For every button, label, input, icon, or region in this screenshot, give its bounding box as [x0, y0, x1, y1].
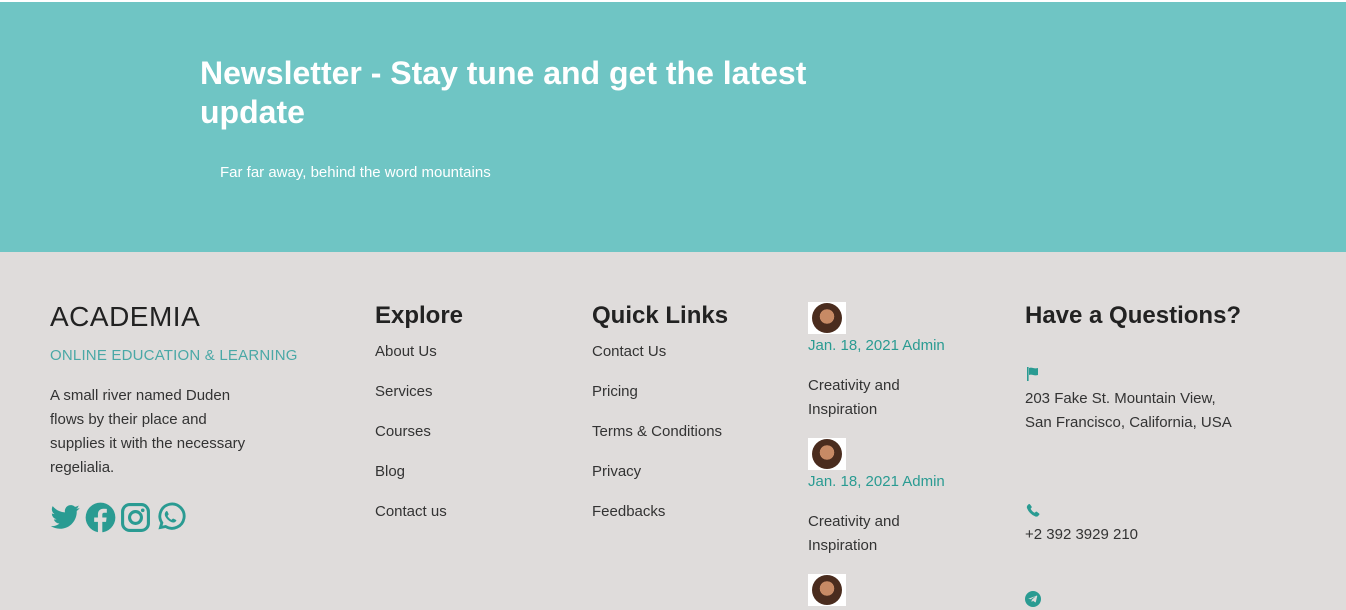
- facebook-icon[interactable]: [85, 502, 116, 533]
- quick-link-privacy[interactable]: Privacy: [592, 463, 641, 480]
- site-footer: ACADEMIA ONLINE EDUCATION & LEARNING A s…: [0, 252, 1346, 610]
- instagram-icon[interactable]: [120, 502, 151, 533]
- post-thumbnail[interactable]: [808, 302, 846, 334]
- quick-link-contact[interactable]: Contact Us: [592, 343, 666, 360]
- brand-name[interactable]: ACADEMIA: [50, 301, 200, 333]
- post-title[interactable]: Creativity and Inspiration: [808, 374, 958, 422]
- explore-link-contact[interactable]: Contact us: [375, 503, 447, 520]
- avatar: [812, 303, 842, 333]
- social-links: [50, 502, 186, 533]
- whatsapp-icon[interactable]: [155, 502, 186, 533]
- contact-title: Have a Questions?: [1025, 302, 1242, 329]
- contact-address: 203 Fake St. Mountain View, San Francisc…: [1025, 390, 1232, 431]
- post-date-author[interactable]: Jan. 18, 2021 Admin: [808, 337, 945, 354]
- post-thumbnail[interactable]: [808, 438, 846, 470]
- contact-phone[interactable]: +2 392 3929 210: [1025, 523, 1235, 547]
- avatar: [812, 439, 842, 469]
- twitter-icon[interactable]: [50, 502, 81, 533]
- post-thumbnail[interactable]: [808, 574, 846, 606]
- quick-link-terms[interactable]: Terms & Conditions: [592, 423, 722, 440]
- newsletter-title: Newsletter - Stay tune and get the lates…: [200, 55, 807, 130]
- brand-tagline: ONLINE EDUCATION & LEARNING: [50, 347, 298, 364]
- quick-link-pricing[interactable]: Pricing: [592, 383, 638, 400]
- explore-link-courses[interactable]: Courses: [375, 423, 431, 440]
- phone-icon: [1025, 503, 1041, 519]
- explore-link-blog[interactable]: Blog: [375, 463, 405, 480]
- flag-icon: [1025, 366, 1041, 382]
- post-title[interactable]: Creativity and Inspiration: [808, 510, 958, 558]
- explore-link-services[interactable]: Services: [375, 383, 433, 400]
- avatar: [812, 575, 842, 605]
- newsletter-subtitle: Far far away, behind the word mountains: [220, 164, 491, 181]
- explore-link-about[interactable]: About Us: [375, 343, 437, 360]
- brand-description: A small river named Duden flows by their…: [50, 387, 246, 476]
- quick-links-title: Quick Links: [592, 302, 729, 329]
- quick-link-feedbacks[interactable]: Feedbacks: [592, 503, 665, 520]
- post-date-author[interactable]: Jan. 18, 2021 Admin: [808, 473, 945, 490]
- newsletter-section: Newsletter - Stay tune and get the lates…: [0, 2, 1346, 252]
- telegram-icon: [1025, 591, 1041, 607]
- explore-title: Explore: [375, 302, 464, 329]
